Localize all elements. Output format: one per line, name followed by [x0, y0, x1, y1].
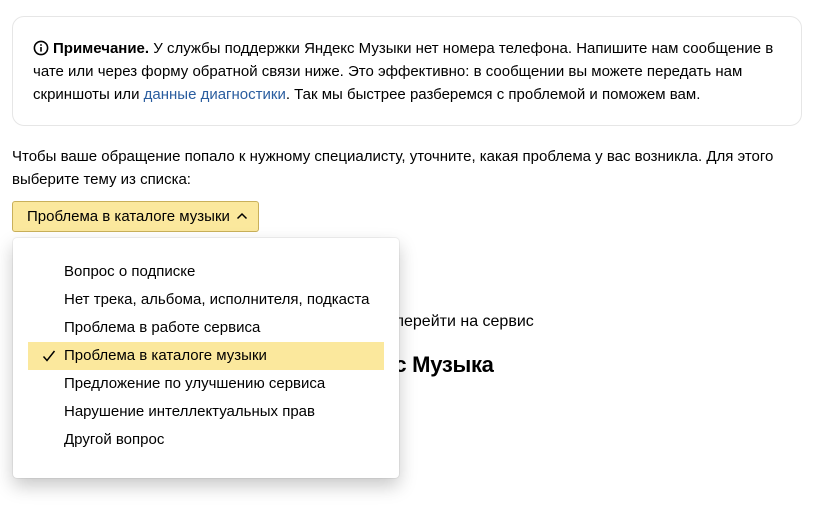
dropdown-option-missing-content[interactable]: Нет трека, альбома, исполнителя, подкаст… — [28, 286, 384, 314]
topic-select[interactable]: Проблема в каталоге музыки — [12, 201, 259, 232]
dropdown-option-catalog-problem[interactable]: Проблема в каталоге музыки — [28, 342, 384, 370]
note-label: Примечание. — [53, 40, 150, 57]
option-label: Нет трека, альбома, исполнителя, подкаст… — [64, 291, 370, 308]
dropdown-option-improvement[interactable]: Предложение по улучшению сервиса — [28, 370, 384, 398]
option-label: Предложение по улучшению сервиса — [64, 375, 326, 392]
dropdown-option-service-problem[interactable]: Проблема в работе сервиса — [28, 314, 384, 342]
service-heading: кс Музыка — [384, 352, 494, 377]
option-label: Нарушение интеллектуальных прав — [64, 403, 315, 420]
info-circle-icon — [33, 40, 49, 56]
intro-text: Чтобы ваше обращение попало к нужному сп… — [12, 148, 774, 188]
option-label: Вопрос о подписке — [64, 263, 196, 280]
diagnostics-link[interactable]: данные диагностики — [144, 86, 286, 103]
dropdown-option-subscription[interactable]: Вопрос о подписке — [28, 258, 384, 286]
support-page: Примечание. У службы поддержки Яндекс Му… — [0, 0, 818, 516]
topic-select-value: Проблема в каталоге музыки — [27, 208, 230, 225]
checkmark-icon — [42, 350, 56, 362]
note-text-end: . Так мы быстрее разберемся с проблемой … — [285, 86, 701, 103]
note-box: Примечание. У службы поддержки Яндекс Му… — [12, 16, 802, 126]
chevron-up-icon — [236, 212, 248, 220]
dropdown-option-ip-rights[interactable]: Нарушение интеллектуальных прав — [28, 398, 384, 426]
option-label: Другой вопрос — [64, 431, 165, 448]
topic-dropdown-menu: Вопрос о подписке Нет трека, альбома, ис… — [13, 238, 399, 478]
option-label: Проблема в каталоге музыки — [64, 347, 267, 364]
service-link-text: е перейти на сервис — [382, 313, 534, 330]
option-label: Проблема в работе сервиса — [64, 319, 261, 336]
dropdown-option-other[interactable]: Другой вопрос — [28, 426, 384, 454]
